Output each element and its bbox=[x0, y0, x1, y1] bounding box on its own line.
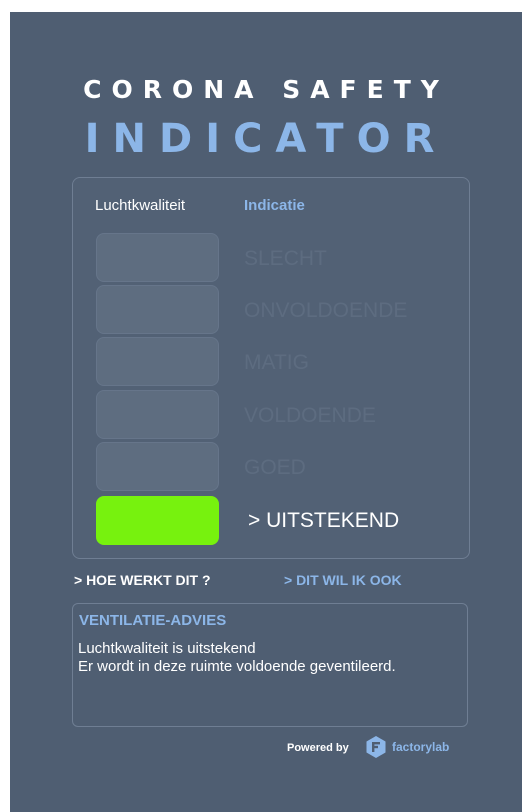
level-label-uitstekend: > UITSTEKEND bbox=[248, 509, 400, 532]
level-box-slecht bbox=[96, 233, 219, 282]
advice-line-2: Er wordt in deze ruimte voldoende gevent… bbox=[78, 658, 396, 675]
level-box-voldoende bbox=[96, 390, 219, 439]
level-label-onvoldoende: ONVOLDOENDE bbox=[244, 299, 408, 322]
advice-line-1: Luchtkwaliteit is uitstekend bbox=[78, 640, 256, 657]
app-screen: CORONA SAFETY INDICATOR Luchtkwaliteit I… bbox=[10, 12, 522, 812]
how-does-it-work-link[interactable]: > HOE WERKT DIT ? bbox=[74, 572, 211, 588]
advice-text: Luchtkwaliteit is uitstekend Er wordt in… bbox=[78, 640, 396, 676]
factorylab-brand-link[interactable]: factorylab bbox=[366, 736, 449, 758]
air-quality-panel: Luchtkwaliteit Indicatie SLECHT ONVOLDOE… bbox=[72, 177, 470, 559]
level-label-voldoende: VOLDOENDE bbox=[244, 404, 376, 427]
level-label-goed: GOED bbox=[244, 456, 306, 479]
title-indicator: INDICATOR bbox=[84, 116, 448, 162]
level-box-onvoldoende bbox=[96, 285, 219, 334]
factorylab-brand-name: factorylab bbox=[392, 740, 450, 754]
title-corona-safety: CORONA SAFETY bbox=[83, 75, 449, 104]
powered-by-label: Powered by bbox=[287, 742, 349, 754]
level-label-slecht: SLECHT bbox=[244, 247, 327, 270]
i-want-this-too-link[interactable]: > DIT WIL IK OOK bbox=[284, 572, 402, 588]
ventilation-advice-box: VENTILATIE-ADVIES Luchtkwaliteit is uits… bbox=[72, 603, 468, 727]
level-label-matig: MATIG bbox=[244, 351, 309, 374]
level-box-goed bbox=[96, 442, 219, 491]
level-box-matig bbox=[96, 337, 219, 386]
column-header-air-quality: Luchtkwaliteit bbox=[95, 197, 186, 214]
advice-title: VENTILATIE-ADVIES bbox=[79, 612, 227, 629]
level-box-uitstekend bbox=[96, 496, 219, 545]
factorylab-logo-icon bbox=[366, 736, 386, 758]
column-header-indication: Indicatie bbox=[244, 197, 305, 214]
